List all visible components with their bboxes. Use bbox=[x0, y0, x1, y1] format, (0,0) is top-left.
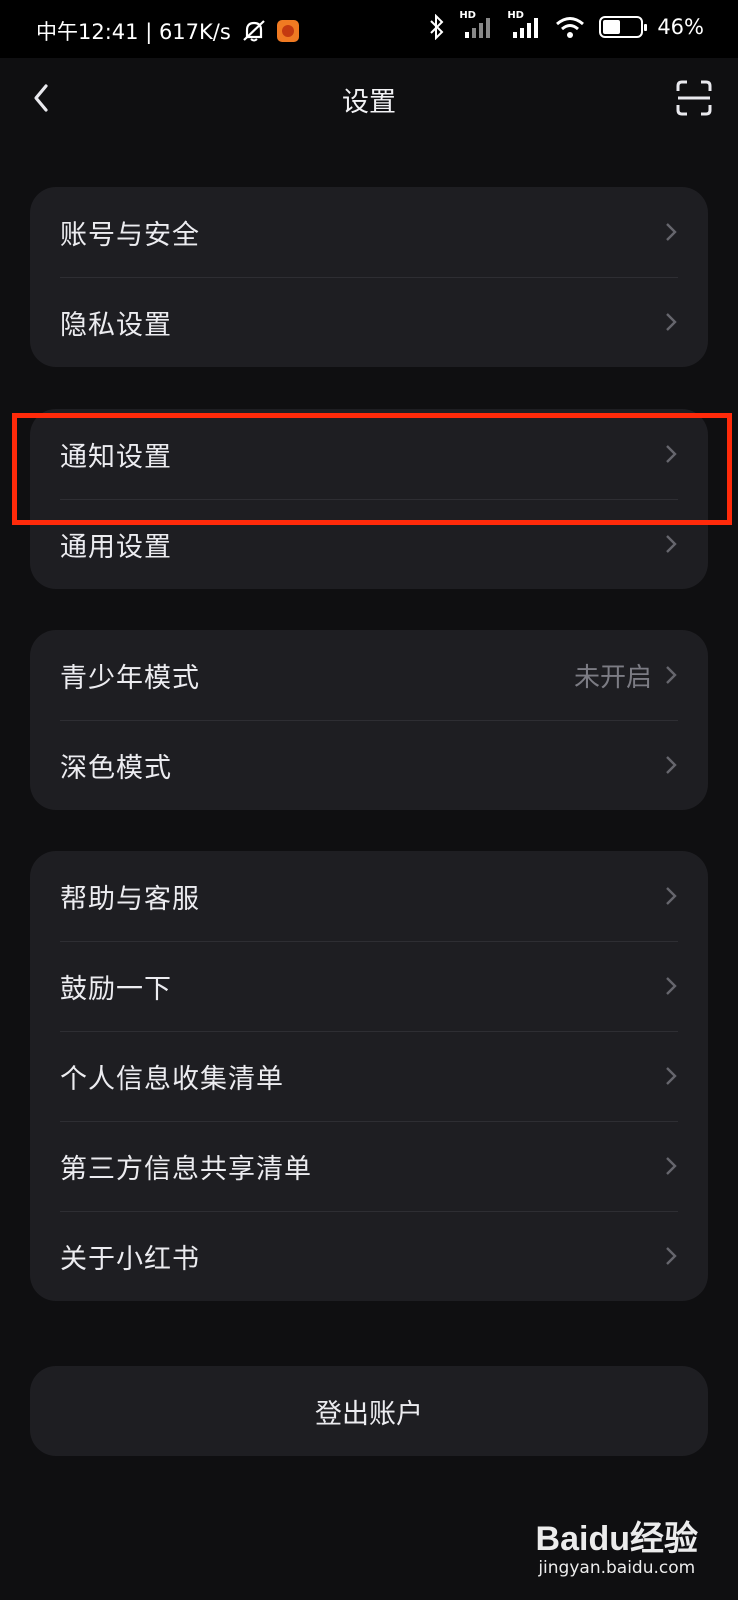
chevron-right-icon bbox=[666, 977, 677, 995]
settings-item-dark-mode[interactable]: 深色模式 bbox=[30, 720, 708, 810]
settings-item-about[interactable]: 关于小红书 bbox=[30, 1211, 708, 1301]
logout-button[interactable]: 登出账户 bbox=[30, 1366, 708, 1456]
highlight-box bbox=[12, 413, 732, 525]
chevron-right-icon bbox=[666, 1157, 677, 1175]
settings-group-about: 帮助与客服 鼓励一下 个人信息收集清单 第三方信息共享清单 关于小红书 bbox=[30, 851, 708, 1301]
mute-bell-icon bbox=[243, 20, 265, 42]
chevron-right-icon bbox=[666, 223, 677, 241]
chevron-right-icon bbox=[666, 1247, 677, 1265]
settings-item-label: 深色模式 bbox=[60, 752, 172, 784]
settings-item-label: 账号与安全 bbox=[60, 219, 200, 251]
settings-item-label: 第三方信息共享清单 bbox=[60, 1153, 312, 1185]
baidu-logo: Baidu经验 bbox=[535, 1520, 698, 1558]
settings-item-privacy[interactable]: 隐私设置 bbox=[30, 277, 708, 367]
status-time-speed: 中午12:41 | 617K/s bbox=[36, 20, 231, 44]
chevron-right-icon bbox=[666, 1067, 677, 1085]
chevron-right-icon bbox=[666, 756, 677, 774]
settings-item-teen-mode[interactable]: 青少年模式 未开启 bbox=[30, 630, 708, 720]
settings-item-third-party-list[interactable]: 第三方信息共享清单 bbox=[30, 1121, 708, 1211]
battery-icon bbox=[599, 16, 648, 38]
settings-item-label: 通用设置 bbox=[60, 531, 172, 563]
watermark-url: jingyan.baidu.com bbox=[538, 1558, 696, 1578]
settings-group-modes: 青少年模式 未开启 深色模式 bbox=[30, 630, 708, 810]
battery-percent: 46% bbox=[657, 15, 704, 39]
app-notification-icon bbox=[276, 20, 299, 42]
wifi-icon bbox=[556, 17, 585, 38]
chevron-right-icon bbox=[666, 535, 677, 553]
settings-item-label: 帮助与客服 bbox=[60, 883, 200, 915]
scan-icon[interactable] bbox=[676, 80, 712, 116]
settings-item-help[interactable]: 帮助与客服 bbox=[30, 851, 708, 941]
status-bar: 中午12:41 | 617K/s HD HD 46% bbox=[0, 0, 738, 58]
settings-item-label: 鼓励一下 bbox=[60, 973, 172, 1005]
settings-item-personal-info-list[interactable]: 个人信息收集清单 bbox=[30, 1031, 708, 1121]
chevron-right-icon bbox=[666, 666, 677, 684]
settings-item-label: 隐私设置 bbox=[60, 309, 172, 341]
signal-1-icon: HD bbox=[459, 10, 493, 40]
page-title: 设置 bbox=[342, 87, 396, 118]
settings-item-account-security[interactable]: 账号与安全 bbox=[30, 187, 708, 277]
chevron-right-icon bbox=[666, 887, 677, 905]
settings-item-label: 青少年模式 bbox=[60, 662, 200, 694]
teen-mode-status: 未开启 bbox=[573, 662, 652, 693]
signal-2-icon: HD bbox=[507, 10, 541, 40]
bluetooth-icon bbox=[430, 14, 444, 40]
settings-item-label: 关于小红书 bbox=[60, 1243, 200, 1275]
nav-bar: 设置 bbox=[0, 58, 738, 138]
settings-group-account: 账号与安全 隐私设置 bbox=[30, 187, 708, 367]
settings-item-label: 个人信息收集清单 bbox=[60, 1063, 284, 1095]
baidu-watermark: Baidu经验 jingyan.baidu.com bbox=[536, 1511, 698, 1578]
settings-item-encourage[interactable]: 鼓励一下 bbox=[30, 941, 708, 1031]
chevron-right-icon bbox=[666, 313, 677, 331]
